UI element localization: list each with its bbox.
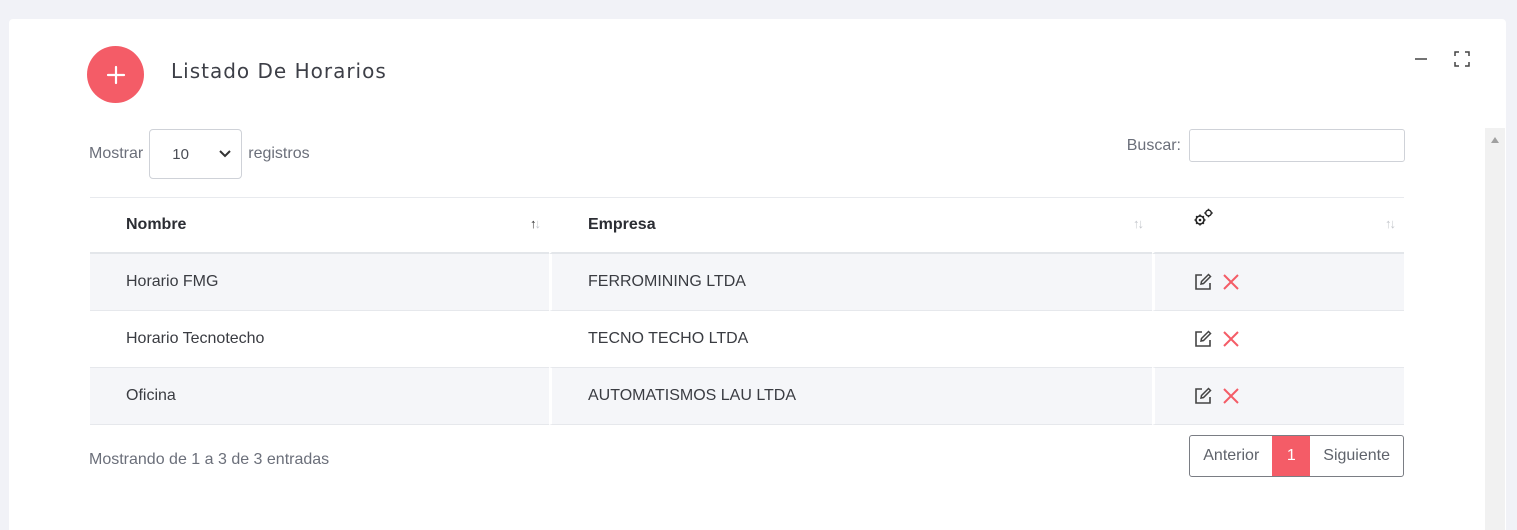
cell-actions bbox=[1152, 254, 1404, 311]
delete-button[interactable] bbox=[1221, 329, 1241, 349]
column-header-acciones[interactable]: ↑↓ bbox=[1152, 198, 1404, 254]
cell-empresa: AUTOMATISMOS LAU LTDA bbox=[549, 368, 1152, 425]
cell-actions bbox=[1152, 368, 1404, 425]
edit-icon bbox=[1195, 387, 1212, 404]
scroll-up-arrow-icon[interactable] bbox=[1491, 137, 1499, 143]
horarios-card: Listado De Horarios Mostrar 10 registros… bbox=[9, 19, 1506, 530]
table-row: Horario Tecnotecho TECNO TECHO LTDA bbox=[90, 311, 1404, 368]
delete-icon bbox=[1223, 388, 1240, 404]
minimize-button[interactable] bbox=[1414, 52, 1428, 66]
cell-empresa: TECNO TECHO LTDA bbox=[549, 311, 1152, 368]
cell-actions bbox=[1152, 311, 1404, 368]
edit-button[interactable] bbox=[1193, 272, 1213, 292]
expand-icon bbox=[1454, 51, 1470, 67]
column-header-nombre[interactable]: Nombre ↑↓ bbox=[90, 198, 549, 254]
add-horario-button[interactable] bbox=[87, 46, 144, 103]
sort-icon: ↑↓ bbox=[1133, 216, 1144, 231]
cell-empresa: FERROMINING LTDA bbox=[549, 254, 1152, 311]
search-label: Buscar: bbox=[1126, 136, 1181, 154]
table-row: Horario FMG FERROMINING LTDA bbox=[90, 254, 1404, 311]
edit-icon bbox=[1195, 273, 1212, 290]
page-length-value: 10 bbox=[172, 145, 189, 163]
delete-button[interactable] bbox=[1221, 386, 1241, 406]
pagination-next[interactable]: Siguiente bbox=[1310, 436, 1403, 476]
sort-icon: ↑↓ bbox=[530, 216, 541, 231]
cell-nombre: Horario FMG bbox=[90, 254, 549, 311]
pagination: Anterior 1 Siguiente bbox=[1189, 435, 1404, 477]
table-info: Mostrando de 1 a 3 de 3 entradas bbox=[89, 451, 330, 468]
card-tools bbox=[1414, 51, 1470, 67]
edit-button[interactable] bbox=[1193, 329, 1213, 349]
search-input[interactable] bbox=[1189, 129, 1405, 162]
edit-button[interactable] bbox=[1193, 386, 1213, 406]
edit-icon bbox=[1195, 330, 1212, 347]
pagination-page-1[interactable]: 1 bbox=[1272, 436, 1311, 476]
pagination-previous[interactable]: Anterior bbox=[1190, 436, 1272, 476]
chevron-down-icon bbox=[219, 150, 231, 158]
delete-icon bbox=[1223, 331, 1240, 347]
card-title: Listado De Horarios bbox=[171, 59, 387, 83]
horarios-table: Nombre ↑↓ Empresa ↑↓ ↑↓ Horario FMG FERR… bbox=[90, 197, 1404, 425]
cell-nombre: Oficina bbox=[90, 368, 549, 425]
table-row: Oficina AUTOMATISMOS LAU LTDA bbox=[90, 368, 1404, 425]
delete-icon bbox=[1223, 274, 1240, 290]
vertical-scrollbar[interactable] bbox=[1485, 128, 1505, 530]
gears-icon bbox=[1194, 208, 1213, 225]
table-header-row: Nombre ↑↓ Empresa ↑↓ ↑↓ bbox=[90, 198, 1404, 254]
length-suffix: registros bbox=[248, 145, 310, 162]
minus-icon bbox=[1415, 58, 1427, 60]
page-length-select[interactable]: 10 bbox=[149, 129, 243, 179]
column-label-nombre: Nombre bbox=[126, 216, 187, 233]
cell-nombre: Horario Tecnotecho bbox=[90, 311, 549, 368]
length-prefix: Mostrar bbox=[89, 145, 144, 162]
column-header-empresa[interactable]: Empresa ↑↓ bbox=[549, 198, 1152, 254]
page-length-control: Mostrar 10 registros bbox=[89, 129, 310, 179]
search-control: Buscar: bbox=[1127, 129, 1405, 162]
column-label-empresa: Empresa bbox=[588, 216, 656, 233]
sort-icon: ↑↓ bbox=[1385, 216, 1396, 231]
plus-icon bbox=[106, 65, 125, 84]
fullscreen-button[interactable] bbox=[1454, 51, 1470, 67]
delete-button[interactable] bbox=[1221, 272, 1241, 292]
